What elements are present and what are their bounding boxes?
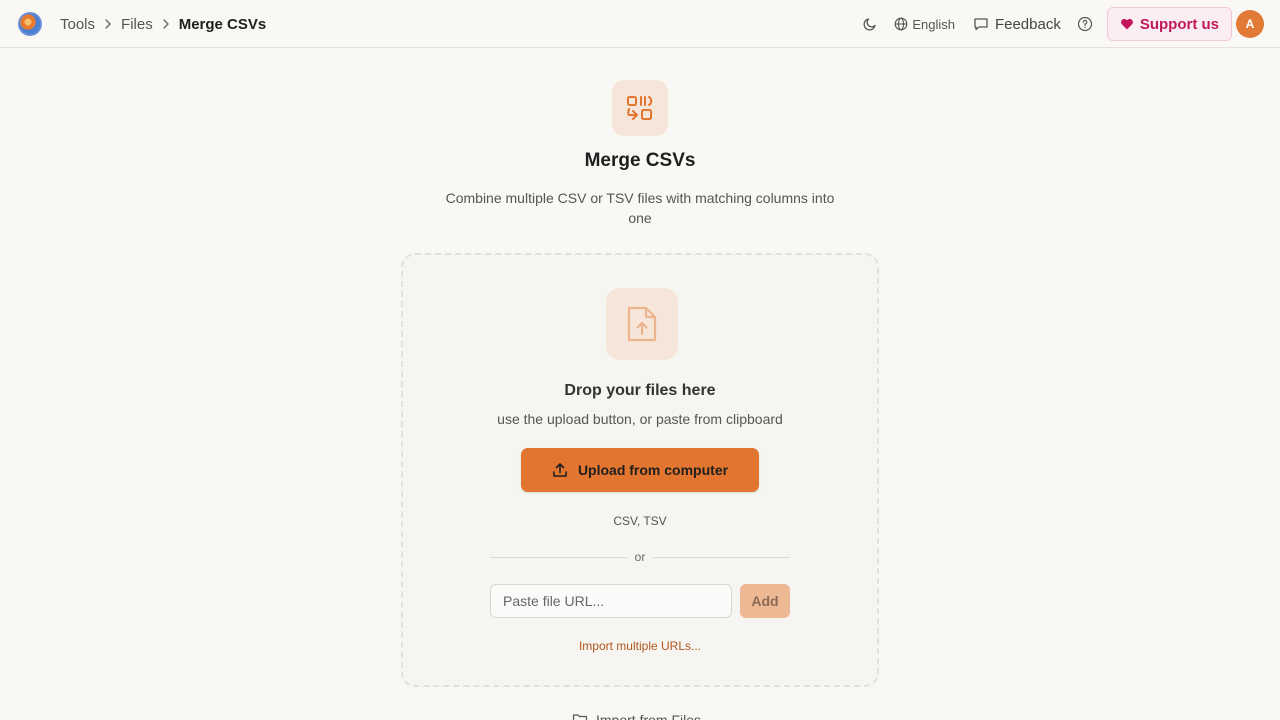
support-us-button[interactable]: Support us <box>1106 7 1232 41</box>
header-actions: English Feedback Support us A <box>856 0 1264 48</box>
add-url-button[interactable]: Add <box>740 584 790 618</box>
file-url-input[interactable] <box>490 584 732 618</box>
import-from-files-button[interactable]: Import from Files <box>572 710 701 720</box>
or-divider: or <box>490 547 791 567</box>
feedback-label: Feedback <box>994 15 1061 33</box>
folder-icon <box>572 714 588 720</box>
help-circle-icon <box>1077 16 1092 32</box>
theme-toggle-button[interactable] <box>856 10 884 38</box>
breadcrumb-current: Merge CSVs <box>178 15 267 33</box>
upload-icon <box>553 463 567 477</box>
file-upload-icon <box>606 288 678 360</box>
upload-label: Upload from computer <box>577 462 729 478</box>
divider-line <box>653 556 791 558</box>
breadcrumb-files[interactable]: Files <box>121 16 153 33</box>
app-logo[interactable] <box>18 12 42 36</box>
support-label: Support us <box>1139 15 1219 33</box>
top-bar: Tools Files Merge CSVs English Feedback … <box>0 0 1280 48</box>
divider-line <box>490 556 627 558</box>
chevron-right-icon <box>101 17 115 31</box>
message-square-icon <box>974 18 988 31</box>
help-button[interactable] <box>1071 10 1099 38</box>
page-subtitle: Combine multiple CSV or TSV files with m… <box>445 190 835 226</box>
avatar[interactable]: A <box>1236 10 1264 38</box>
dropzone-title: Drop your files here <box>564 382 716 399</box>
feedback-button[interactable]: Feedback <box>973 16 1061 33</box>
chevron-right-icon <box>159 17 173 31</box>
heart-icon <box>1120 18 1133 30</box>
language-label: English <box>912 16 955 32</box>
page-title: Merge CSVs <box>584 150 696 171</box>
globe-icon <box>894 17 908 31</box>
upload-from-computer-button[interactable]: Upload from computer <box>521 448 759 492</box>
import-from-files-label: Import from Files <box>596 712 702 720</box>
dropzone-subtitle: use the upload button, or paste from cli… <box>497 411 783 427</box>
language-select[interactable]: English <box>894 17 955 32</box>
breadcrumb-tools[interactable]: Tools <box>60 16 95 33</box>
or-label: or <box>634 550 646 564</box>
merge-icon <box>612 80 668 136</box>
accepted-formats: CSV, TSV <box>613 514 667 528</box>
moon-icon <box>863 18 876 31</box>
file-dropzone[interactable]: Drop your files here use the upload butt… <box>401 253 879 687</box>
import-multiple-urls-link[interactable]: Import multiple URLs... <box>403 639 877 653</box>
breadcrumb: Tools Files Merge CSVs <box>60 0 266 48</box>
